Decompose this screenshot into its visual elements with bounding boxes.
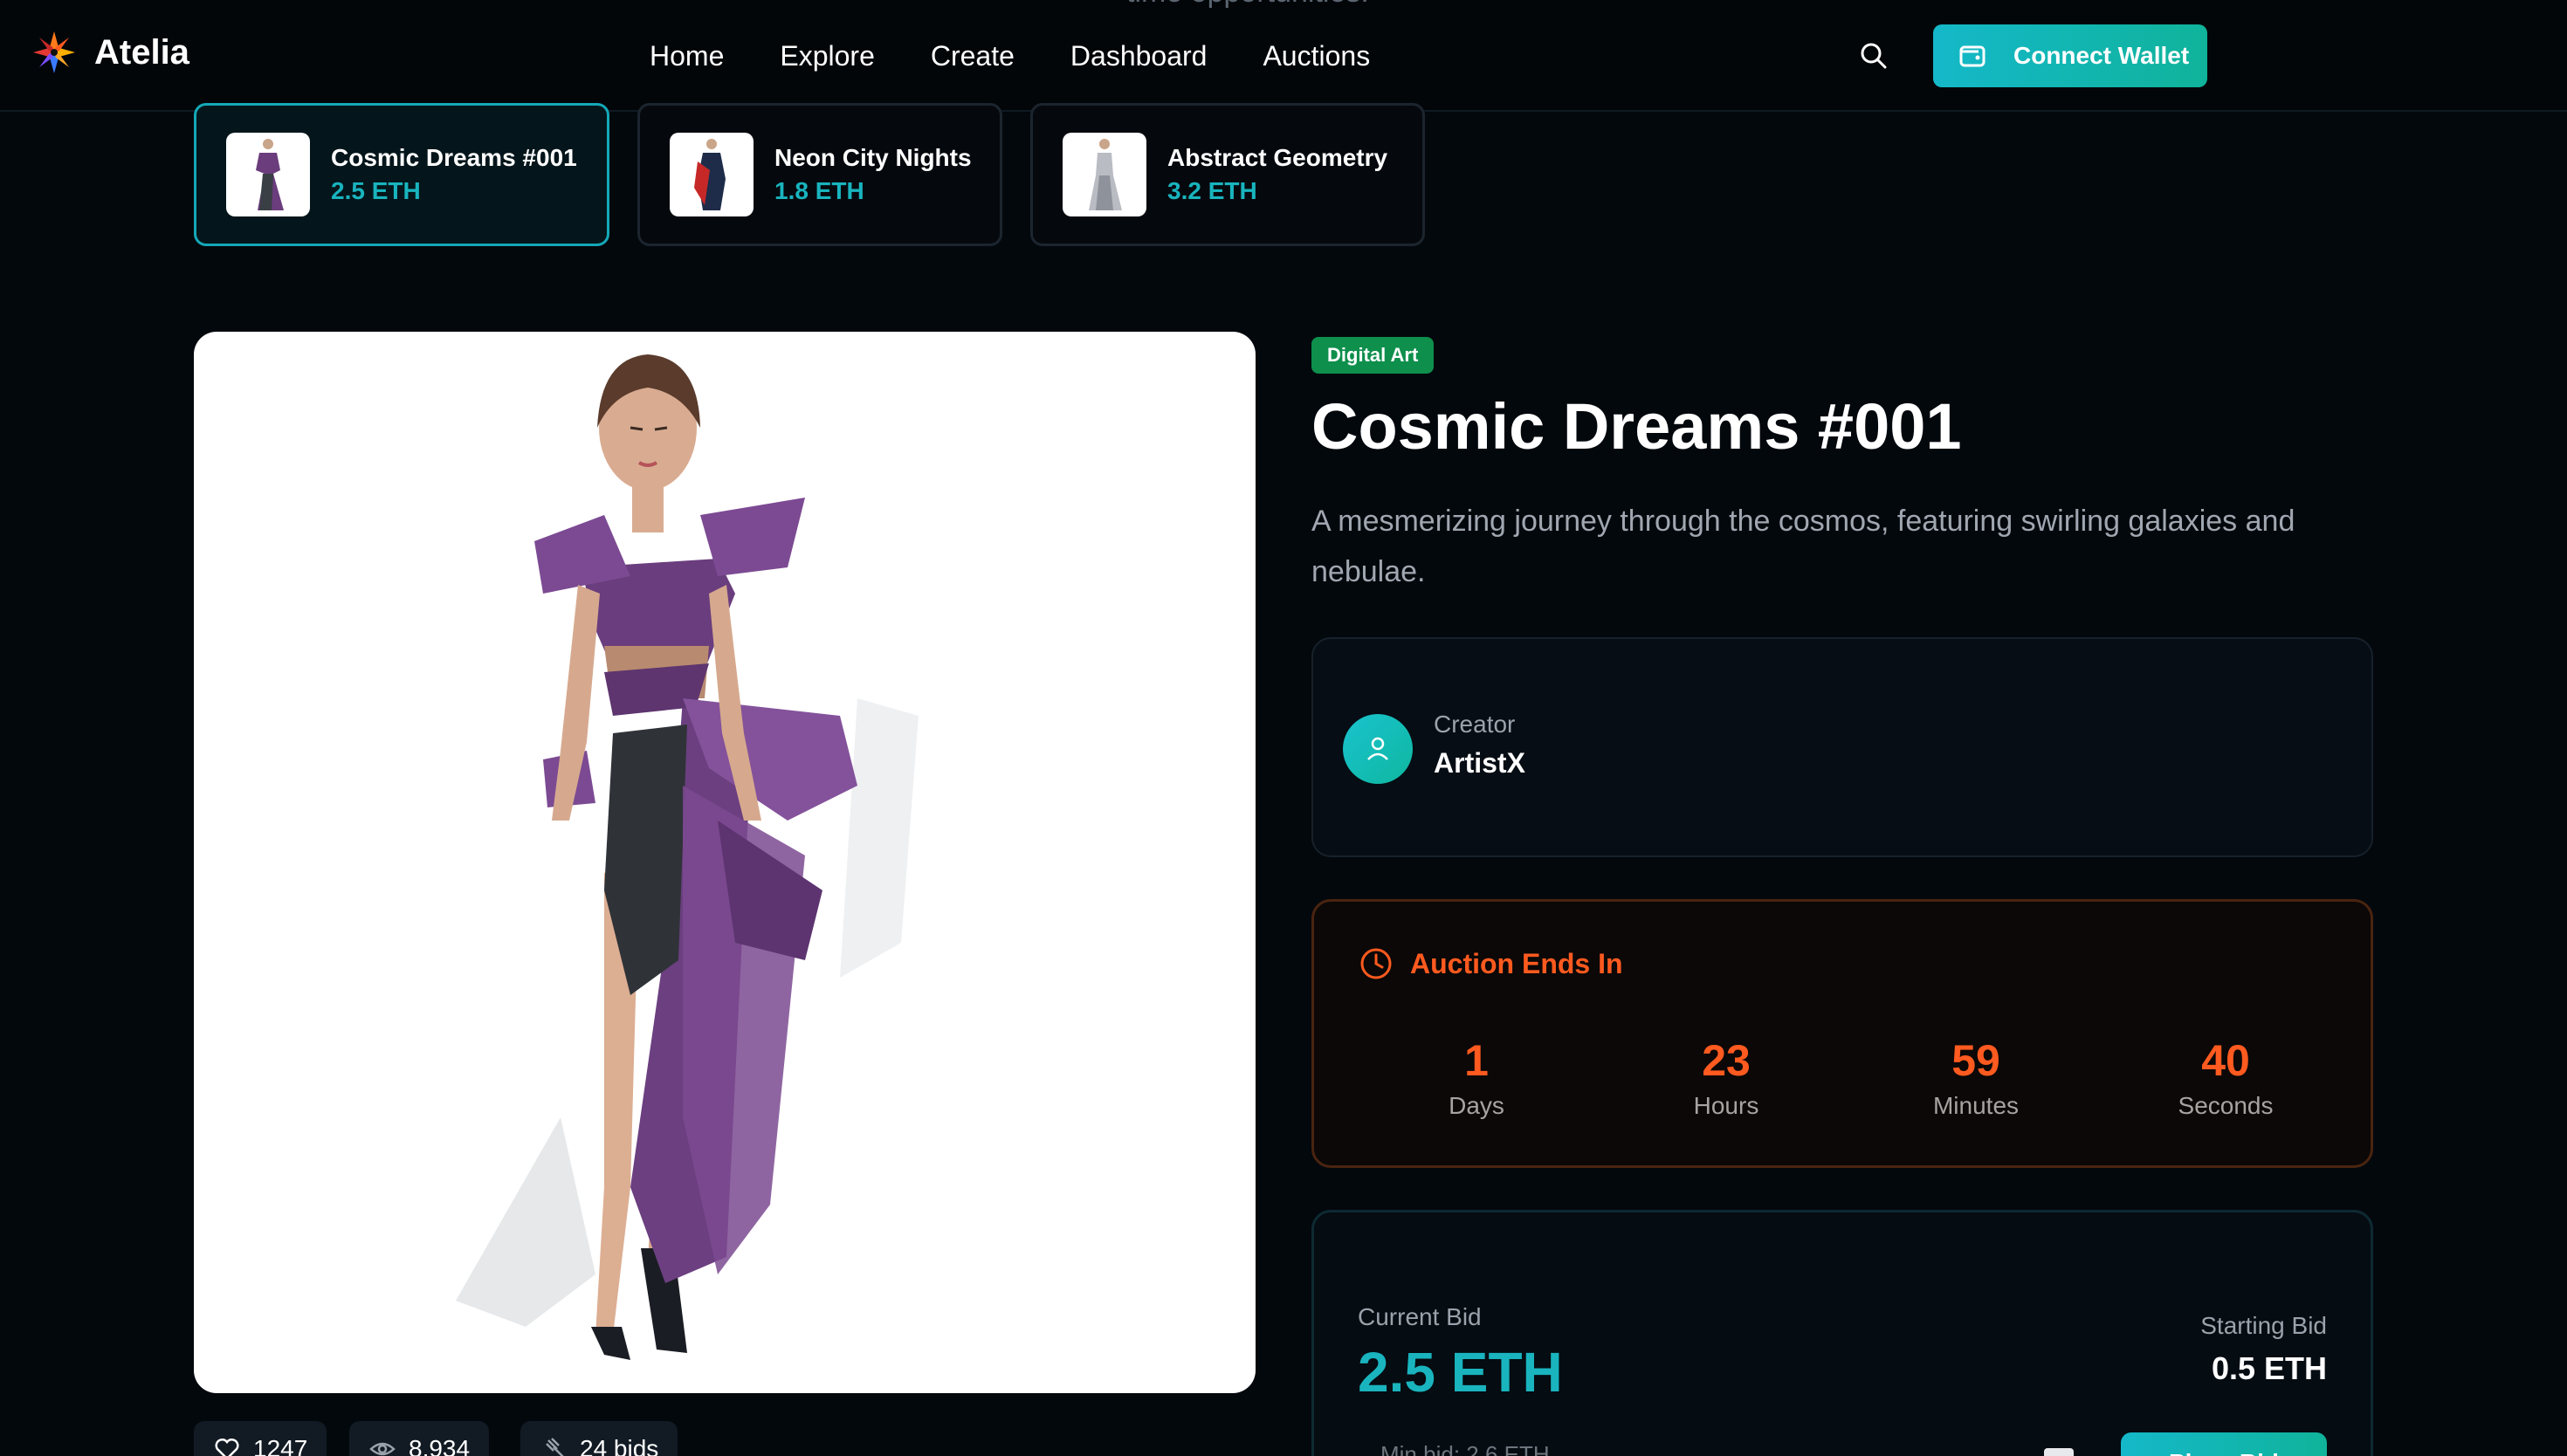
- artwork-thumbnail: [670, 133, 754, 216]
- artwork-image[interactable]: [194, 332, 1256, 1393]
- views-count: 8,934: [409, 1435, 471, 1456]
- wallet-icon: [1959, 45, 1985, 67]
- nav-dashboard[interactable]: Dashboard: [1070, 37, 1208, 75]
- countdown-label: Seconds: [2178, 1092, 2274, 1119]
- starting-bid-label: Starting Bid: [2200, 1312, 2327, 1339]
- countdown-label: Days: [1449, 1092, 1504, 1119]
- countdown-value: 1: [1464, 1036, 1489, 1085]
- countdown-value: 23: [1702, 1036, 1751, 1085]
- starting-bid-value: 0.5 ETH: [2211, 1350, 2327, 1386]
- nav-create[interactable]: Create: [931, 37, 1015, 75]
- auction-heading: Auction Ends In: [1358, 945, 1623, 982]
- artwork-thumbnail: [226, 133, 310, 216]
- creator-label: Creator: [1434, 711, 1516, 738]
- place-bid-button[interactable]: Place Bid: [2121, 1432, 2327, 1456]
- fashion-illustration: [456, 354, 919, 1360]
- gavel-icon: [546, 1438, 564, 1456]
- brand-name: Atelia: [94, 32, 189, 72]
- selector-title: Cosmic Dreams #001: [331, 144, 577, 171]
- artwork-thumbnail: [1063, 133, 1146, 216]
- nav-auctions[interactable]: Auctions: [1263, 37, 1370, 75]
- category-badge: Digital Art: [1311, 337, 1435, 374]
- countdown-hours: 23 Hours: [1639, 1034, 1813, 1123]
- views-chip: 8,934: [349, 1421, 490, 1456]
- user-icon: [1367, 737, 1388, 760]
- heart-icon: [215, 1438, 239, 1456]
- search-icon[interactable]: [1856, 38, 1891, 73]
- avatar: [1343, 714, 1413, 784]
- artwork-title: Cosmic Dreams #001: [1311, 390, 1962, 463]
- countdown-label: Minutes: [1932, 1092, 2020, 1119]
- creator-name[interactable]: ArtistX: [1434, 747, 1525, 780]
- scrolled-hero-text: time opportunities.: [1126, 0, 1369, 10]
- eye-icon: [369, 1442, 396, 1456]
- bids-count: 24 bids: [580, 1435, 659, 1456]
- auction-timer-card: Auction Ends In 1 Days 23 Hours 59 Minut…: [1311, 899, 2373, 1168]
- top-navigation-bar: time opportunities. Atelia Home Explore …: [0, 0, 2567, 112]
- artwork-selector-card[interactable]: Cosmic Dreams #001 2.5 ETH: [194, 103, 609, 246]
- creator-card[interactable]: Creator ArtistX: [1311, 637, 2373, 857]
- connect-wallet-button[interactable]: Connect Wallet: [1933, 24, 2207, 87]
- countdown-value: 40: [2201, 1036, 2250, 1085]
- selector-price: 1.8 ETH: [774, 177, 864, 204]
- selector-price: 3.2 ETH: [1167, 177, 1257, 204]
- countdown-minutes: 59 Minutes: [1889, 1034, 2063, 1123]
- artwork-description: A mesmerizing journey through the cosmos…: [1311, 505, 2295, 588]
- likes-chip[interactable]: 1247: [194, 1421, 327, 1456]
- countdown-value: 59: [1951, 1036, 2000, 1085]
- brand[interactable]: Atelia: [30, 28, 189, 77]
- likes-count: 1247: [253, 1435, 308, 1456]
- auction-heading-text: Auction Ends In: [1410, 947, 1623, 979]
- current-bid-label: Current Bid: [1358, 1303, 1482, 1330]
- countdown-seconds: 40 Seconds: [2138, 1034, 2313, 1123]
- artwork-selector-card[interactable]: Neon City Nights 1.8 ETH: [637, 103, 1002, 246]
- min-bid-text: Min bid: 2.6 ETH: [1380, 1441, 1550, 1456]
- main-nav: Home Explore Create Dashboard Auctions: [650, 37, 1426, 75]
- nav-home[interactable]: Home: [650, 37, 724, 75]
- artwork-selector-card[interactable]: Abstract Geometry 3.2 ETH: [1030, 103, 1425, 246]
- bid-card: Current Bid 2.5 ETH Starting Bid 0.5 ETH…: [1311, 1210, 2373, 1456]
- nav-explore[interactable]: Explore: [780, 37, 875, 75]
- current-bid-value: 2.5 ETH: [1358, 1341, 1563, 1404]
- bid-stepper[interactable]: [2044, 1448, 2074, 1456]
- bids-chip: 24 bids: [520, 1421, 678, 1456]
- countdown-label: Hours: [1693, 1092, 1759, 1119]
- selector-price: 2.5 ETH: [331, 177, 421, 204]
- connect-wallet-label: Connect Wallet: [2013, 42, 2190, 69]
- atelia-logo-icon: [33, 31, 75, 73]
- selector-title: Abstract Geometry: [1167, 144, 1388, 171]
- selector-title: Neon City Nights: [774, 144, 972, 171]
- clock-icon: [1360, 948, 1392, 979]
- countdown-days: 1 Days: [1389, 1034, 1564, 1123]
